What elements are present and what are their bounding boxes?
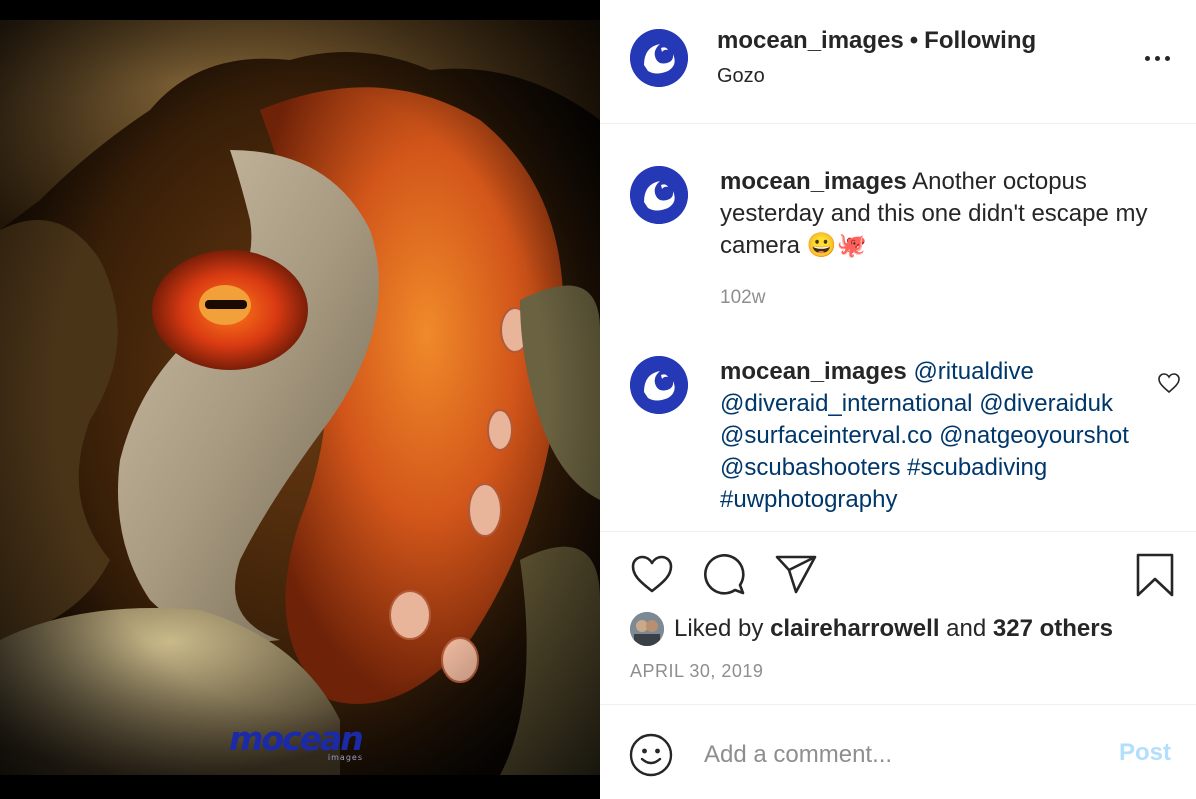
comment-username[interactable]: mocean_images <box>720 358 907 385</box>
wave-logo-icon <box>630 166 688 224</box>
post-author-line: mocean_images • Following <box>717 27 1036 55</box>
caption-comment: mocean_images Another octopus yesterday … <box>720 166 1160 262</box>
tags-comment: mocean_images @ritualdive @diveraid_inte… <box>720 356 1150 516</box>
mention-link[interactable]: @diveraiduk <box>979 390 1113 417</box>
mention-link[interactable]: @scubashooters <box>720 454 900 481</box>
wave-logo-icon <box>630 29 688 87</box>
comment-input[interactable] <box>702 735 1082 775</box>
comment-username[interactable]: mocean_images <box>720 168 907 195</box>
heart-icon[interactable] <box>630 554 674 599</box>
watermark-text: mocean <box>229 719 364 758</box>
mention-link[interactable]: @ritualdive <box>913 358 1033 385</box>
wave-logo-icon <box>630 356 688 414</box>
avatar[interactable] <box>630 356 688 414</box>
location-link[interactable]: Gozo <box>717 65 765 88</box>
action-bar <box>600 532 1196 622</box>
mention-link[interactable]: @surfaceinterval.co <box>720 422 932 449</box>
comments-section: mocean_images Another octopus yesterday … <box>600 124 1196 532</box>
likes-summary: Liked by claireharrowell and 327 others <box>630 612 1113 646</box>
comment-icon[interactable] <box>702 554 746 601</box>
octopus-photo <box>0 0 600 799</box>
avatar[interactable] <box>630 166 688 224</box>
post-date[interactable]: APRIL 30, 2019 <box>630 661 763 682</box>
post-details-panel: mocean_images • Following Gozo mocean_imag… <box>600 0 1196 799</box>
liked-by-label: Liked by <box>674 615 764 642</box>
hashtag-link[interactable]: #uwphotography <box>720 486 897 513</box>
add-comment-bar: Post <box>600 704 1196 799</box>
emoji-icon[interactable] <box>629 733 673 777</box>
post-header: mocean_images • Following Gozo <box>600 0 1196 124</box>
following-button[interactable]: Following <box>924 27 1036 54</box>
more-options-icon[interactable] <box>1140 46 1176 70</box>
mention-link[interactable]: @natgeoyourshot <box>939 422 1129 449</box>
comment-like-icon[interactable] <box>1157 372 1181 394</box>
watermark-sub: images <box>327 753 363 762</box>
bookmark-icon[interactable] <box>1135 552 1175 603</box>
send-icon[interactable] <box>774 554 818 599</box>
avatar[interactable] <box>630 29 688 87</box>
others-link[interactable]: 327 others <box>993 615 1113 642</box>
post-button[interactable]: Post <box>1119 739 1171 767</box>
liker-avatar[interactable] <box>630 612 664 646</box>
comment-timestamp[interactable]: 102w <box>720 287 765 309</box>
hashtag-link[interactable]: #scubadiving <box>907 454 1047 481</box>
liker-username[interactable]: claireharrowell <box>770 615 939 642</box>
author-username[interactable]: mocean_images <box>717 27 904 54</box>
watermark-logo: mocean images <box>229 722 369 766</box>
separator-dot: • <box>909 27 919 54</box>
mention-link[interactable]: @diveraid_international <box>720 390 973 417</box>
likes-conjunction: and <box>946 615 987 642</box>
post-photo[interactable]: mocean images <box>0 0 600 799</box>
likes-text: Liked by claireharrowell and 327 others <box>674 615 1113 643</box>
